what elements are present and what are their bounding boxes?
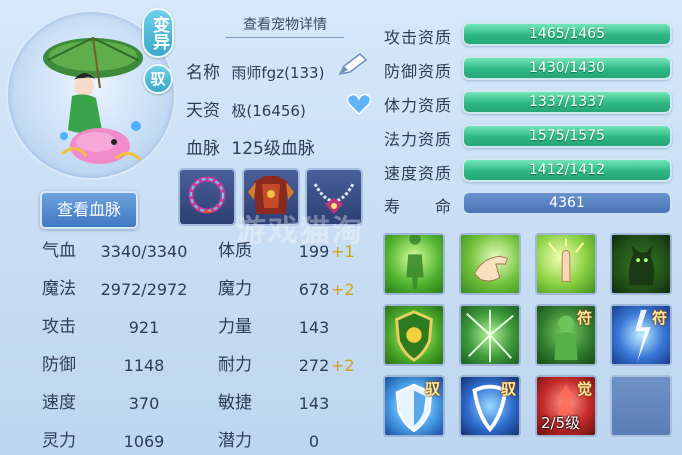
skill-slot[interactable]: 驭 [459,375,521,437]
view-pet-details-link[interactable]: 查看宠物详情 [226,12,344,38]
tamed-badge: 驭 [143,64,173,94]
skill-shield-emblem-icon [395,310,433,362]
stat-label: 速度 [42,393,76,413]
stat-value: 2972/2972 [100,280,188,299]
stat-label: 气血 [42,241,76,261]
bloodline-label: 血脉 [186,139,220,159]
heart-icon[interactable] [346,94,372,116]
equip-slot-collar[interactable] [178,168,236,226]
stat-value: 1148 [123,356,165,375]
skill-shatter-icon [466,309,514,363]
stat-label: 攻击 [42,317,76,337]
skill-slot[interactable]: 符 [610,304,672,366]
skill-silhouette-glow-icon [406,235,424,290]
attribute-label: 力量 [218,317,252,337]
aptitude-label: 法力资质 [384,130,453,149]
aptitude-label: 防御资质 [384,62,453,81]
pet-figure-icon [60,73,142,164]
edit-name-icon[interactable] [336,52,368,78]
skill-tag: 符 [651,309,667,327]
attribute-label: 敏捷 [218,393,252,413]
skill-tag: 驭 [500,380,516,398]
attribute-value: 143 [298,394,330,413]
attribute-label: 潜力 [218,431,252,451]
attribute-label: 体质 [218,241,252,261]
aptitude-label: 速度资质 [384,164,453,183]
skill-green-burst-icon [547,238,585,282]
aptitude-bar: 1430/1430 [462,56,672,80]
skill-slot[interactable]: 觉 2/5级 [535,375,597,437]
badge-column: 变异 驭 [142,8,174,94]
talent-value: 极(16456) [231,102,306,120]
attribute-label: 耐力 [218,355,252,375]
talent-label: 天资 [186,101,220,121]
skill-tag: 符 [576,309,592,327]
stat-label: 防御 [42,355,76,375]
attribute-bonus: +1 [331,242,355,261]
skill-slot[interactable]: 驭 [383,375,445,437]
stat-label: 灵力 [42,431,76,451]
attribute-bonus: +2 [331,280,355,299]
skill-slot[interactable] [459,233,521,295]
pet-detail-panel: 变异 驭 查看宠物详情 名称 雨师fgz(133) 天资 极(16456) 血脉… [0,0,682,455]
attribute-value: 0 [308,432,320,451]
skill-slot[interactable] [383,304,445,366]
stat-value: 1069 [123,432,165,451]
aptitude-bar: 1337/1337 [462,90,672,114]
bloodline-value: 125级血脉 [231,139,315,159]
aptitude-bar: 1575/1575 [462,124,672,148]
skill-slot-empty[interactable] [610,375,672,437]
name-label: 名称 [186,63,220,83]
collar-icon [188,176,226,214]
life-value-bar: 4361 [462,191,672,215]
skill-slot[interactable] [383,233,445,295]
skill-tag: 觉 [576,380,592,398]
skill-tag: 驭 [424,380,440,398]
stat-value: 3340/3340 [100,242,188,261]
aptitude-bar: 1412/1412 [462,158,672,182]
aptitude-label: 攻击资质 [384,28,453,47]
skill-slot[interactable] [459,304,521,366]
stat-value: 370 [128,394,160,413]
skill-level: 2/5级 [541,414,581,432]
pet-name-row: 名称 雨师fgz(133) [186,58,324,83]
aptitude-bar: 1465/1465 [462,22,672,46]
talent-row: 天资 极(16456) [186,96,306,121]
view-bloodline-button[interactable]: 查看血脉 [40,191,138,229]
skill-slot[interactable] [535,233,597,295]
variant-badge: 变异 [142,8,174,58]
life-label: 寿 命 [384,197,453,216]
bloodline-row: 血脉 125级血脉 [186,134,315,159]
attribute-value: 143 [298,318,330,337]
pet-name-value: 雨师fgz(133) [231,64,325,82]
stat-label: 魔法 [42,279,76,299]
skill-slot[interactable] [610,233,672,295]
attribute-label: 魔力 [218,279,252,299]
aptitude-label: 体力资质 [384,96,453,115]
stat-value: 921 [128,318,160,337]
skill-slot[interactable]: 符 [535,304,597,366]
attribute-bonus: +2 [331,356,355,375]
skill-shadow-cat-icon [628,244,655,286]
skill-pointing-hand-icon [473,255,509,282]
